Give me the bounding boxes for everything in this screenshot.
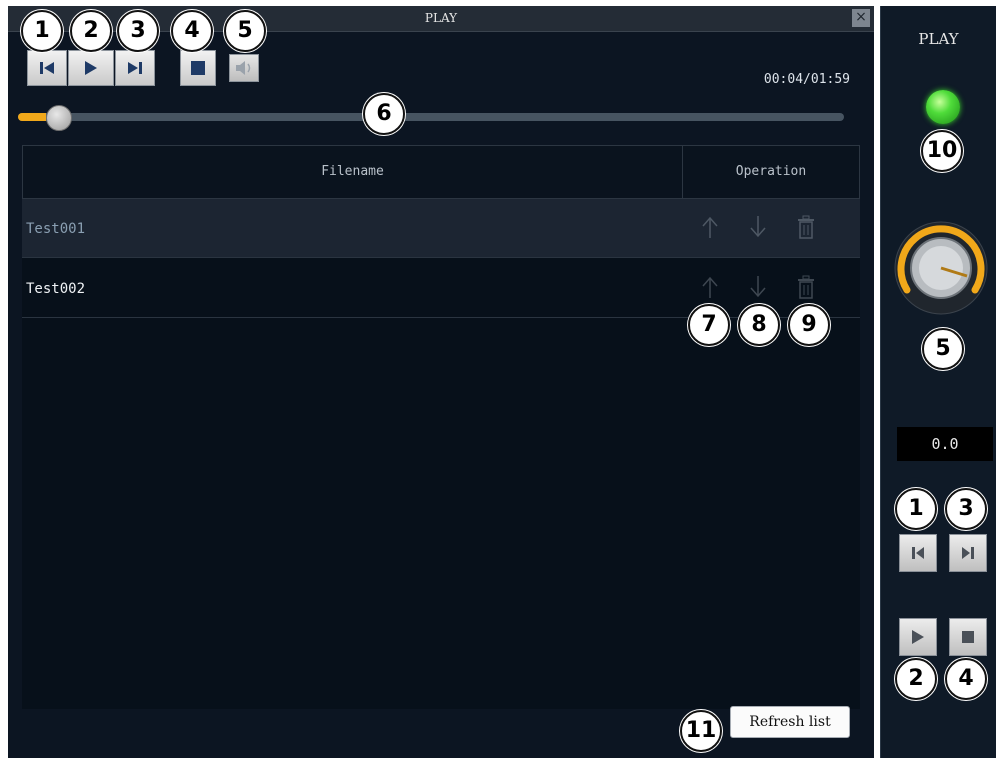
side-next-button[interactable] — [949, 534, 987, 572]
play-window: PLAY × 00:04/01:59 Filename Operation Te… — [8, 6, 874, 758]
side-play-button[interactable] — [899, 618, 937, 656]
volume-icon — [236, 61, 251, 75]
play-button[interactable] — [68, 50, 114, 86]
stop-icon — [962, 631, 974, 643]
table-row[interactable]: Test001 — [22, 199, 860, 258]
callout-badge: 1 — [895, 488, 937, 530]
callout-badge: 8 — [738, 304, 780, 346]
callout-badge: 2 — [895, 658, 937, 700]
arrow-up-icon[interactable] — [698, 214, 722, 240]
callout-badge: 9 — [788, 304, 830, 346]
play-icon — [85, 61, 97, 75]
trash-icon[interactable] — [794, 274, 818, 300]
callout-badge: 1 — [21, 10, 63, 52]
callout-badge: 10 — [921, 130, 963, 172]
stop-icon — [191, 61, 205, 75]
skip-forward-icon — [128, 62, 142, 74]
trash-icon[interactable] — [794, 214, 818, 240]
column-header-operation: Operation — [735, 164, 807, 179]
previous-button[interactable] — [27, 50, 67, 86]
column-header-filename: Filename — [23, 146, 683, 198]
play-icon — [912, 630, 924, 644]
callout-badge: 5 — [922, 328, 964, 370]
file-table: Filename Operation Test001 Test002 — [22, 145, 860, 709]
callout-badge: 4 — [171, 10, 213, 52]
refresh-list-button[interactable]: Refresh list — [730, 706, 850, 738]
volume-readout: 0.0 — [897, 427, 993, 461]
side-panel-title: PLAY — [918, 30, 959, 48]
close-button[interactable]: × — [852, 9, 870, 27]
stop-button[interactable] — [180, 50, 216, 86]
row-filename: Test001 — [26, 221, 86, 237]
skip-back-icon — [40, 62, 54, 74]
skip-forward-icon — [962, 547, 974, 559]
side-previous-button[interactable] — [899, 534, 937, 572]
row-filename: Test002 — [26, 281, 86, 297]
arrow-down-icon[interactable] — [746, 274, 770, 300]
seek-progress-fill — [18, 113, 47, 121]
table-row[interactable]: Test002 — [22, 259, 860, 318]
volume-knob[interactable] — [893, 220, 989, 316]
volume-button[interactable] — [229, 54, 259, 82]
callout-badge: 3 — [117, 10, 159, 52]
status-led — [926, 90, 960, 124]
skip-back-icon — [912, 547, 924, 559]
callout-badge: 3 — [945, 488, 987, 530]
callout-badge: 4 — [945, 658, 987, 700]
arrow-up-icon[interactable] — [698, 274, 722, 300]
playback-time: 00:04/01:59 — [763, 72, 850, 87]
next-button[interactable] — [115, 50, 155, 86]
callout-badge: 11 — [680, 710, 722, 752]
side-panel: PLAY 0.0 — [880, 6, 996, 758]
callout-badge: 7 — [688, 304, 730, 346]
callout-badge: 6 — [363, 93, 405, 135]
side-stop-button[interactable] — [949, 618, 987, 656]
callout-badge: 2 — [70, 10, 112, 52]
seek-slider-handle[interactable] — [46, 105, 73, 131]
seek-slider[interactable] — [18, 105, 844, 131]
table-header: Filename Operation — [22, 145, 860, 199]
arrow-down-icon[interactable] — [746, 214, 770, 240]
callout-badge: 5 — [224, 10, 266, 52]
